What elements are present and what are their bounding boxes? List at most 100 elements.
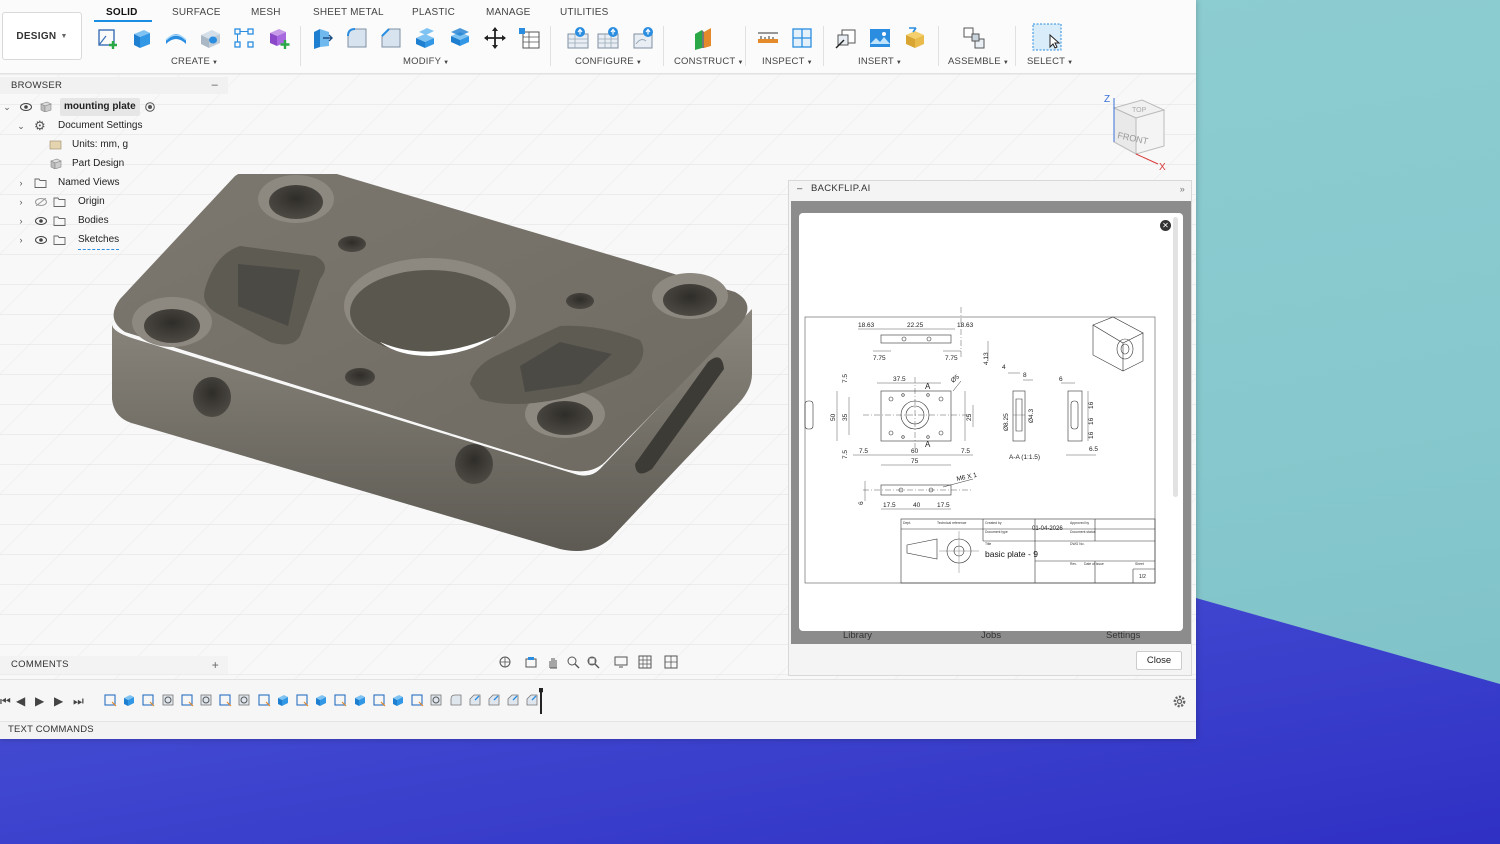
- timeline-sketch-icon[interactable]: [141, 693, 155, 707]
- tree-item-origin[interactable]: › Origin: [0, 193, 228, 211]
- construct-menu[interactable]: CONSTRUCT ▼: [674, 56, 744, 67]
- timeline-chamfer-icon[interactable]: [487, 693, 501, 707]
- look-at-icon[interactable]: [524, 655, 538, 669]
- timeline-extrude-icon[interactable]: [276, 693, 290, 707]
- create-menu[interactable]: CREATE ▼: [171, 56, 218, 67]
- text-commands-bar[interactable]: TEXT COMMANDS: [0, 721, 1196, 739]
- move-copy-icon[interactable]: [483, 26, 507, 50]
- tab-plastic[interactable]: PLASTIC: [412, 7, 455, 18]
- combine-icon[interactable]: [448, 26, 472, 50]
- insert-mcmaster-icon[interactable]: [903, 26, 927, 50]
- insert-derive-icon[interactable]: [834, 26, 858, 50]
- tree-root[interactable]: ⌄ mounting plate: [0, 98, 228, 116]
- tab-utilities[interactable]: UTILITIES: [560, 7, 608, 18]
- tab-mesh[interactable]: MESH: [251, 7, 281, 18]
- tab-jobs[interactable]: Jobs: [981, 630, 1001, 641]
- zoom-icon[interactable]: [566, 655, 580, 669]
- timeline-extrude-icon[interactable]: [353, 693, 367, 707]
- close-icon[interactable]: ✕: [1160, 220, 1171, 231]
- play-icon[interactable]: ▶: [35, 694, 44, 708]
- timeline-hole-icon[interactable]: [237, 693, 251, 707]
- timeline-hole-icon[interactable]: [199, 693, 213, 707]
- viewports-icon[interactable]: [664, 655, 678, 669]
- create-sketch-icon[interactable]: [96, 26, 120, 50]
- insert-canvas-icon[interactable]: [868, 26, 892, 50]
- step-forward-icon[interactable]: ▶: [54, 694, 63, 708]
- timeline-sketch-icon[interactable]: [410, 693, 424, 707]
- timeline-fillet-icon[interactable]: [449, 693, 463, 707]
- press-pull-icon[interactable]: [311, 26, 335, 50]
- step-back-icon[interactable]: ◀: [16, 694, 25, 708]
- chevron-down-icon[interactable]: ⌄: [2, 98, 12, 116]
- eye-icon[interactable]: [35, 236, 47, 244]
- radio-active-icon[interactable]: [145, 102, 155, 112]
- timeline-extrude-icon[interactable]: [391, 693, 405, 707]
- timeline-sketch-icon[interactable]: [295, 693, 309, 707]
- go-to-end-icon[interactable]: ⏭: [73, 694, 84, 709]
- eye-hidden-icon[interactable]: [35, 198, 47, 206]
- collapse-icon[interactable]: –: [797, 181, 803, 197]
- view-cube[interactable]: TOP FRONT Z X: [1100, 92, 1180, 182]
- tree-item-part-design[interactable]: Part Design: [0, 155, 228, 173]
- timeline-chamfer-icon[interactable]: [468, 693, 482, 707]
- tab-surface[interactable]: SURFACE: [172, 7, 221, 18]
- insert-menu[interactable]: INSERT ▼: [858, 56, 902, 67]
- change-parameters-icon[interactable]: [517, 26, 541, 50]
- fit-icon[interactable]: [586, 655, 600, 669]
- browser-header[interactable]: BROWSER –: [0, 77, 228, 94]
- chevron-right-icon[interactable]: ›: [16, 231, 26, 249]
- pattern-icon[interactable]: [232, 26, 256, 50]
- tab-sheet-metal[interactable]: SHEET METAL: [313, 7, 384, 18]
- timeline-hole-icon[interactable]: [429, 693, 443, 707]
- eye-icon[interactable]: [35, 217, 47, 225]
- timeline-chamfer-icon[interactable]: [506, 693, 520, 707]
- configure-rules-icon[interactable]: [596, 26, 620, 50]
- assemble-menu[interactable]: ASSEMBLE ▼: [948, 56, 1009, 67]
- configure-table-icon[interactable]: [566, 26, 590, 50]
- timeline-hole-icon[interactable]: [161, 693, 175, 707]
- orbit-icon[interactable]: [498, 655, 512, 669]
- gear-icon[interactable]: [1172, 694, 1187, 709]
- grid-snaps-icon[interactable]: [638, 655, 652, 669]
- timeline-sketch-icon[interactable]: [372, 693, 386, 707]
- hole-icon[interactable]: [198, 26, 222, 50]
- timeline-marker[interactable]: [539, 688, 543, 714]
- chamfer-icon[interactable]: [379, 26, 403, 50]
- inspect-menu[interactable]: INSPECT ▼: [762, 56, 813, 67]
- tab-solid[interactable]: SOLID: [106, 7, 138, 18]
- measure-icon[interactable]: [756, 26, 780, 50]
- extrude-icon[interactable]: [130, 26, 154, 50]
- configure-theme-icon[interactable]: [632, 26, 656, 50]
- revolve-icon[interactable]: [164, 26, 188, 50]
- expand-icon[interactable]: »: [1180, 181, 1185, 197]
- timeline-sketch-icon[interactable]: [180, 693, 194, 707]
- workspace-switcher[interactable]: DESIGN ▼: [2, 12, 82, 60]
- close-button[interactable]: Close: [1136, 651, 1182, 670]
- fillet-icon[interactable]: [345, 26, 369, 50]
- timeline-sketch-icon[interactable]: [103, 693, 117, 707]
- tree-item-document-settings[interactable]: ⌄ ⚙ Document Settings: [0, 117, 228, 135]
- section-analysis-icon[interactable]: [790, 26, 814, 50]
- create-form-icon[interactable]: [266, 26, 290, 50]
- chevron-right-icon[interactable]: ›: [16, 212, 26, 230]
- scrollbar[interactable]: [1173, 217, 1178, 497]
- tree-item-named-views[interactable]: › Named Views: [0, 174, 228, 192]
- timeline-sketch-icon[interactable]: [218, 693, 232, 707]
- modify-menu[interactable]: MODIFY ▼: [403, 56, 449, 67]
- pan-icon[interactable]: [546, 655, 560, 669]
- timeline-sketch-icon[interactable]: [333, 693, 347, 707]
- tab-library[interactable]: Library: [843, 630, 872, 641]
- eye-icon[interactable]: [20, 103, 32, 111]
- tree-item-sketches[interactable]: › Sketches: [0, 231, 228, 250]
- timeline-extrude-icon[interactable]: [314, 693, 328, 707]
- offset-plane-icon[interactable]: [692, 26, 716, 50]
- timeline-chamfer-icon[interactable]: [525, 693, 539, 707]
- chevron-right-icon[interactable]: ›: [16, 174, 26, 192]
- timeline-extrude-icon[interactable]: [122, 693, 136, 707]
- collapse-icon[interactable]: –: [212, 77, 218, 94]
- tree-item-bodies[interactable]: › Bodies: [0, 212, 228, 230]
- tab-settings[interactable]: Settings: [1106, 630, 1140, 641]
- display-settings-icon[interactable]: [614, 655, 628, 669]
- new-component-icon[interactable]: [962, 26, 986, 50]
- shell-icon[interactable]: [413, 26, 437, 50]
